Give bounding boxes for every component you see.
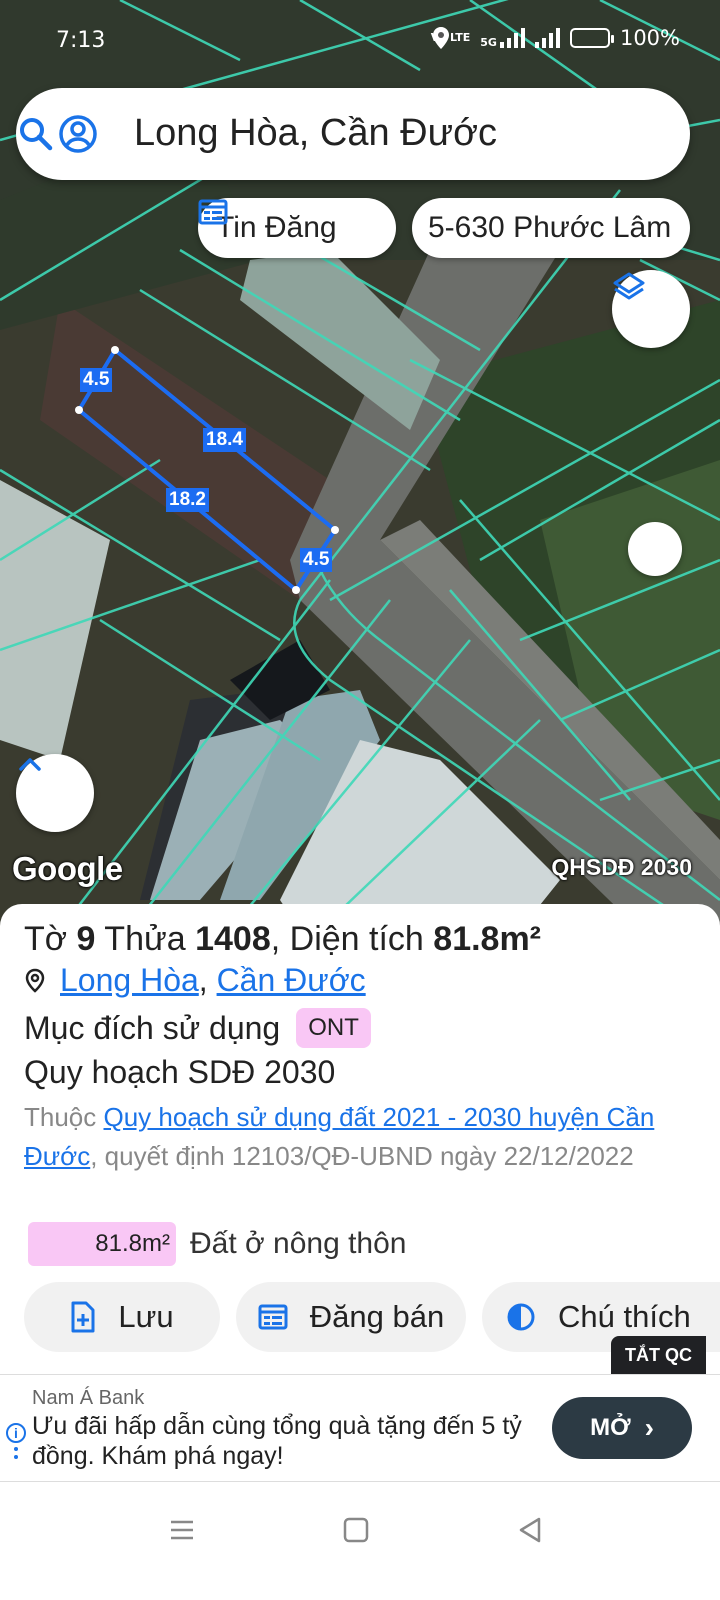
chevron-up-icon (19, 758, 41, 771)
back-triangle-icon (519, 1517, 541, 1543)
ad-sponsor: Nam Á Bank (32, 1387, 145, 1409)
place-pin-icon (25, 968, 45, 993)
chevron-right-icon: › (644, 1412, 654, 1443)
ad-options-icon[interactable] (14, 1447, 18, 1463)
add-file-icon (71, 1301, 95, 1333)
parcel-info-sheet: Tờ 9 Thửa 1408, Diện tích 81.8m² Long Hò… (0, 904, 720, 1374)
ad-banner[interactable]: i Nam Á Bank Ưu đãi hấp dẫn cùng tổng qu… (0, 1374, 720, 1482)
parcel-area: 81.8m² (433, 920, 542, 958)
location-icon (432, 27, 449, 49)
location-link-district[interactable]: Cần Đước (217, 962, 366, 999)
post-for-sale-button[interactable]: Đăng bán (236, 1282, 466, 1352)
plot-number: 1408 (195, 920, 271, 958)
ad-open-button[interactable]: MỞ › (552, 1397, 692, 1459)
land-purpose: Mục đích sử dụng ONT (24, 1008, 371, 1048)
battery-level: 100% (619, 26, 680, 50)
account-circle-icon[interactable] (58, 114, 98, 154)
overlay-label: QHSDĐ 2030 (551, 854, 692, 880)
purpose-code-badge: ONT (296, 1008, 371, 1048)
expand-up-button[interactable] (16, 754, 94, 832)
recent-apps-button[interactable] (162, 1510, 202, 1550)
address-chip[interactable]: 5-630 Phước Lâm (412, 198, 690, 258)
land-use-area-swatch: 81.8m² (28, 1222, 176, 1266)
signal-icon (534, 28, 560, 48)
calendar-list-icon (198, 199, 228, 225)
plan-source: Thuộc Quy hoạch sử dụng đất 2021 - 2030 … (24, 1102, 655, 1171)
save-button[interactable]: Lưu (24, 1282, 220, 1352)
ad-text: Ưu đãi hấp dẫn cùng tổng quà tặng đến 5 … (32, 1412, 522, 1470)
contrast-icon (507, 1303, 535, 1331)
address-chip-label: 5-630 Phước Lâm (428, 211, 672, 244)
land-use-legend-row: 81.8m² Đất ở nông thôn (28, 1222, 407, 1266)
battery-icon (569, 28, 614, 48)
dimension-label-long-bottom: 18.2 (166, 488, 209, 512)
search-query[interactable]: Long Hòa, Cần Đước (134, 112, 497, 155)
google-logo: Google (12, 850, 123, 887)
location-link-commune[interactable]: Long Hòa (60, 962, 199, 999)
opacity-slider-knob[interactable] (628, 522, 682, 576)
signal-5g-icon: 5G (480, 28, 525, 48)
search-bar[interactable]: Long Hòa, Cần Đước (16, 88, 690, 180)
system-nav-bar (0, 1482, 720, 1600)
status-time: 7:13 (56, 28, 106, 53)
sheet-number: 9 (76, 920, 96, 958)
layers-icon (613, 272, 645, 300)
plan-title: Quy hoạch SDĐ 2030 (24, 1054, 336, 1090)
listing-chip-label: Tin Đăng (216, 211, 337, 244)
map-view[interactable]: 4.5 18.4 18.2 4.5 7:13 Vo LTE 5G 100% Lo… (0, 0, 720, 930)
dimension-label-right: 4.5 (300, 548, 333, 572)
layers-button[interactable] (612, 270, 690, 348)
menu-icon (171, 1520, 193, 1540)
status-bar: 7:13 Vo LTE 5G 100% (0, 0, 720, 80)
dimension-label-top: 4.5 (80, 368, 113, 392)
parcel-location: Long Hòa, Cần Đước (24, 962, 366, 999)
listing-chip[interactable]: Tin Đăng (198, 198, 396, 258)
back-button[interactable] (510, 1510, 550, 1550)
calendar-list-icon (258, 1304, 288, 1330)
hide-ads-button[interactable]: TẮT QC (611, 1336, 706, 1374)
parcel-heading: Tờ 9 Thửa 1408, Diện tích 81.8m² (24, 920, 542, 958)
land-use-type: Đất ở nông thôn (190, 1227, 407, 1260)
search-icon[interactable] (16, 114, 56, 154)
home-button[interactable] (336, 1510, 376, 1550)
square-icon (343, 1517, 369, 1543)
ad-info-icon[interactable]: i (6, 1423, 26, 1443)
dimension-label-long-top: 18.4 (203, 428, 246, 452)
status-icons: Vo LTE 5G 100% (431, 26, 680, 50)
